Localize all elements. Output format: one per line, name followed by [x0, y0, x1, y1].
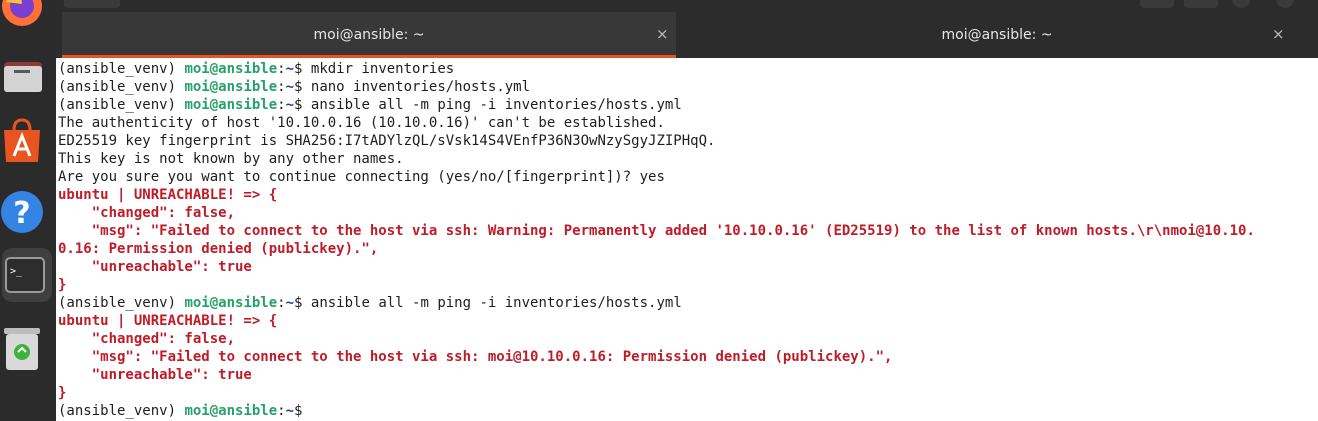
output-text: ED25519 key fingerprint is SHA256:I7tADY… [58, 133, 716, 149]
prompt-separator: : [277, 79, 286, 95]
prompt-sign: $ [294, 403, 311, 419]
prompt-venv: (ansible_venv) [58, 97, 185, 113]
command-text: ansible all -m ping -i inventories/hosts… [310, 295, 682, 311]
prompt-separator: : [277, 97, 286, 113]
prompt-user-host: moi@ansible [184, 403, 278, 419]
tab-label: moi@ansible: ~ [941, 27, 1053, 43]
help-icon[interactable]: ? [0, 186, 56, 238]
output-text: This key is not known by any other names… [58, 151, 404, 167]
error-text: ubuntu | UNREACHABLE! => { [58, 187, 278, 203]
close-icon[interactable]: × [1272, 25, 1285, 43]
prompt-path: ~ [285, 97, 295, 113]
error-text: "msg": "Failed to connect to the host vi… [58, 349, 893, 365]
error-output-line: "unreachable": true [58, 366, 1255, 384]
command-text: mkdir inventories [310, 61, 455, 77]
maximize-button[interactable] [1276, 0, 1294, 8]
prompt-venv: (ansible_venv) [58, 79, 185, 95]
prompt-venv: (ansible_venv) [58, 61, 185, 77]
prompt-line: (ansible_venv) moi@ansible:~$ ansible al… [58, 294, 1255, 312]
error-text: "unreachable": true [58, 259, 252, 275]
minimize-button[interactable] [1232, 0, 1250, 8]
error-text: "changed": false, [58, 331, 236, 347]
error-output-line: 0.16: Permission denied (publickey).", [58, 240, 1255, 258]
prompt-path: ~ [285, 295, 295, 311]
error-output-line: "msg": "Failed to connect to the host vi… [58, 222, 1255, 240]
terminal-prompt-glyph: >_ [10, 266, 23, 277]
error-text: } [58, 385, 67, 401]
tab-bar: moi@ansible: ~ × moi@ansible: ~ × [56, 12, 1318, 58]
prompt-line: (ansible_venv) moi@ansible:~$ [58, 402, 1255, 420]
terminal-icon[interactable]: >_ [2, 248, 52, 302]
output-line: This key is not known by any other names… [58, 150, 1255, 168]
error-output-line: "msg": "Failed to connect to the host vi… [58, 348, 1255, 366]
prompt-separator: : [277, 61, 286, 77]
prompt-venv: (ansible_venv) [58, 295, 185, 311]
svg-text:?: ? [13, 196, 30, 231]
error-text: ubuntu | UNREACHABLE! => { [58, 313, 278, 329]
tab-label: moi@ansible: ~ [313, 27, 425, 43]
prompt-sign: $ [294, 295, 311, 311]
prompt-path: ~ [285, 79, 295, 95]
terminal-lines: (ansible_venv) moi@ansible:~$ mkdir inve… [58, 60, 1255, 420]
output-line: Are you sure you want to continue connec… [58, 168, 1255, 186]
prompt-user-host: moi@ansible [184, 79, 278, 95]
firefox-icon[interactable] [0, 0, 56, 30]
new-tab-button[interactable] [64, 0, 120, 8]
output-text: The authenticity of host '10.10.0.16 (10… [58, 115, 665, 131]
error-text: "unreachable": true [58, 367, 252, 383]
prompt-sign: $ [294, 97, 311, 113]
tab-terminal-1[interactable]: moi@ansible: ~ × [62, 12, 676, 58]
prompt-separator: : [277, 295, 286, 311]
app-store-icon[interactable] [0, 118, 56, 170]
title-bar [56, 0, 1318, 12]
error-output-line: "changed": false, [58, 204, 1255, 222]
close-icon[interactable]: × [656, 25, 669, 43]
prompt-line: (ansible_venv) moi@ansible:~$ mkdir inve… [58, 60, 1255, 78]
prompt-user-host: moi@ansible [184, 295, 278, 311]
prompt-path: ~ [285, 403, 295, 419]
tab-terminal-2[interactable]: moi@ansible: ~ × [680, 12, 1314, 58]
prompt-user-host: moi@ansible [184, 61, 278, 77]
output-line: ED25519 key fingerprint is SHA256:I7tADY… [58, 132, 1255, 150]
error-output-line: ubuntu | UNREACHABLE! => { [58, 186, 1255, 204]
menu-button[interactable] [1184, 0, 1218, 8]
dock: ? >_ [0, 0, 56, 421]
files-icon[interactable] [0, 52, 56, 100]
terminal-output[interactable]: (ansible_venv) moi@ansible:~$ mkdir inve… [56, 58, 1318, 421]
error-output-line: "unreachable": true [58, 258, 1255, 276]
prompt-venv: (ansible_venv) [58, 403, 185, 419]
prompt-user-host: moi@ansible [184, 97, 278, 113]
command-text: nano inventories/hosts.yml [310, 79, 531, 95]
error-output-line: } [58, 276, 1255, 294]
error-text: } [58, 277, 67, 293]
error-output-line: ubuntu | UNREACHABLE! => { [58, 312, 1255, 330]
error-text: "changed": false, [58, 205, 236, 221]
output-line: The authenticity of host '10.10.0.16 (10… [58, 114, 1255, 132]
search-button[interactable] [1140, 0, 1174, 8]
error-output-line: "changed": false, [58, 330, 1255, 348]
prompt-line: (ansible_venv) moi@ansible:~$ ansible al… [58, 96, 1255, 114]
prompt-line: (ansible_venv) moi@ansible:~$ nano inven… [58, 78, 1255, 96]
prompt-sign: $ [294, 79, 311, 95]
prompt-sign: $ [294, 61, 311, 77]
error-output-line: } [58, 384, 1255, 402]
error-text: 0.16: Permission denied (publickey).", [58, 241, 379, 257]
output-text: Are you sure you want to continue connec… [58, 169, 665, 185]
prompt-path: ~ [285, 61, 295, 77]
error-text: "msg": "Failed to connect to the host vi… [58, 223, 1255, 239]
command-text: ansible all -m ping -i inventories/hosts… [310, 97, 682, 113]
trash-icon[interactable] [0, 324, 56, 374]
prompt-separator: : [277, 403, 286, 419]
